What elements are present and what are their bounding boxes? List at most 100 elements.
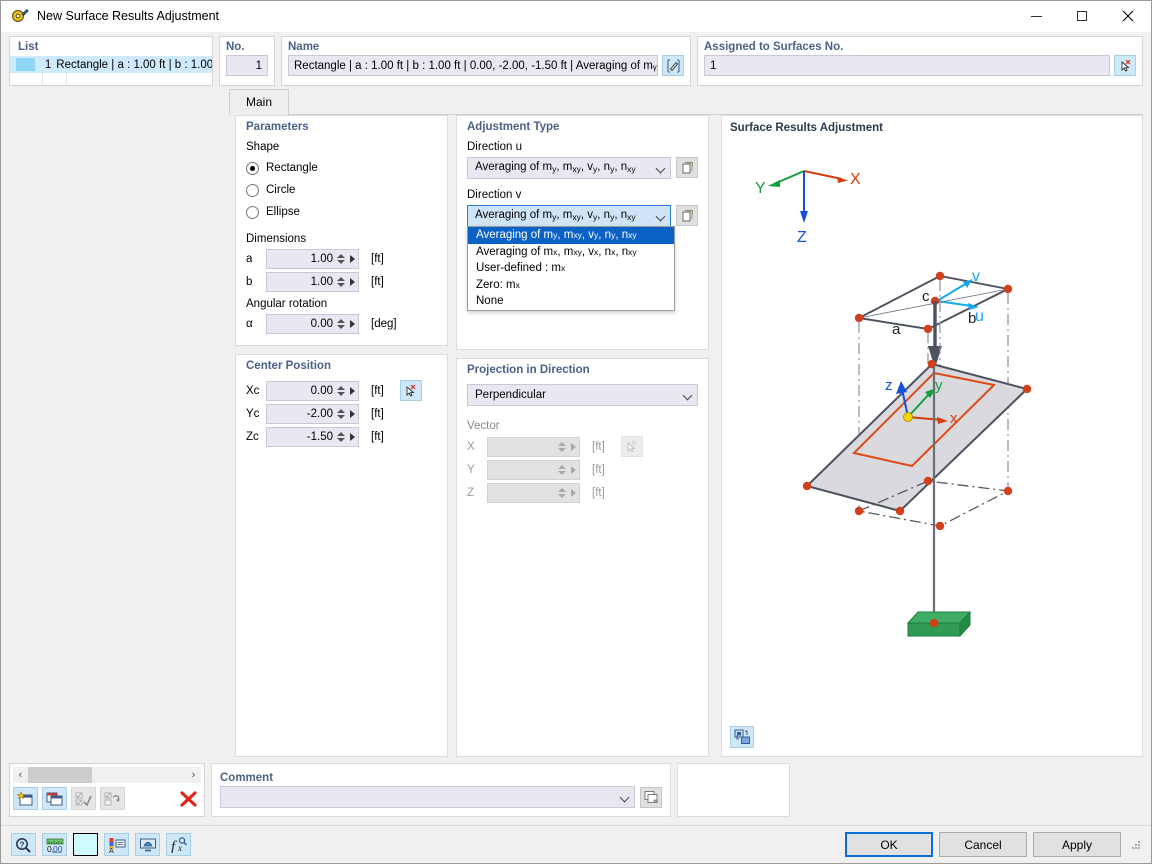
tab-main[interactable]: Main	[229, 89, 290, 115]
adjustment-type-title: Adjustment Type	[467, 121, 560, 133]
new-item-icon[interactable]	[13, 787, 38, 810]
svg-text:u: u	[975, 308, 984, 325]
list-body[interactable]: 1 Rectangle | a : 1.00 ft | b : 1.00 f	[10, 56, 212, 85]
vector-x-label: X	[467, 440, 475, 453]
ok-button[interactable]: OK	[845, 832, 933, 857]
scroll-left-icon[interactable]: ‹	[13, 769, 28, 781]
svg-text:y: y	[935, 377, 943, 394]
dropdown-option-3[interactable]: Zero: mx	[468, 277, 674, 294]
graphics-panel[interactable]: Surface Results Adjustment X Y Z a b c u…	[721, 115, 1143, 757]
close-button[interactable]	[1105, 1, 1151, 32]
dropdown-arrow-icon[interactable]	[350, 278, 355, 286]
spinner-icon[interactable]	[337, 254, 346, 264]
chevron-down-icon[interactable]	[621, 793, 630, 802]
list-item[interactable]: 1 Rectangle | a : 1.00 ft | b : 1.00 f	[10, 56, 212, 73]
assigned-field[interactable]: 1	[704, 55, 1110, 76]
radio-circle-icon[interactable]	[246, 183, 259, 197]
dimension-a-input[interactable]: 1.00	[266, 249, 359, 269]
dimension-b-input[interactable]: 1.00	[266, 272, 359, 292]
center-yc-input[interactable]: -2.00	[266, 404, 359, 424]
no-field[interactable]: 1	[226, 55, 268, 76]
name-field[interactable]: Rectangle | a : 1.00 ft | b : 1.00 ft | …	[288, 55, 658, 76]
display-icon[interactable]	[135, 833, 160, 856]
copy-item-icon[interactable]	[42, 787, 67, 810]
dropdown-arrow-icon	[571, 489, 576, 497]
scrollbar-track[interactable]	[28, 767, 186, 783]
spinner-icon[interactable]	[337, 432, 346, 442]
dropdown-arrow-icon[interactable]	[350, 320, 355, 328]
dropdown-option-2[interactable]: User-defined : mx	[468, 260, 674, 277]
angular-rotation-input[interactable]: 0.00	[266, 314, 359, 334]
center-zc-input[interactable]: -1.50	[266, 427, 359, 447]
scroll-right-icon[interactable]: ›	[186, 769, 201, 781]
radio-ellipse-icon[interactable]	[246, 205, 259, 219]
dropdown-arrow-icon[interactable]	[350, 386, 355, 395]
spinner-icon[interactable]	[337, 277, 346, 287]
chevron-down-icon[interactable]	[684, 391, 693, 400]
shape-option-ellipse[interactable]: Ellipse	[246, 201, 437, 223]
apply-button[interactable]: Apply	[1033, 832, 1121, 857]
chevron-down-icon[interactable]	[657, 164, 666, 173]
comment-input[interactable]	[220, 786, 635, 808]
minimize-button[interactable]	[1013, 1, 1059, 32]
cancel-button[interactable]: Cancel	[939, 832, 1027, 857]
dropdown-option-1[interactable]: Averaging of mx, m xy, vx, nx, n xy	[468, 244, 674, 261]
shape-option-circle[interactable]: Circle	[246, 179, 437, 201]
formula-icon[interactable]: f x	[166, 833, 191, 856]
svg-text:x: x	[177, 843, 182, 853]
projection-title: Projection in Direction	[467, 364, 590, 376]
center-yc-unit: [ft]	[371, 408, 384, 420]
chevron-down-icon[interactable]	[657, 212, 666, 221]
maximize-button[interactable]	[1059, 1, 1105, 32]
parameters-title: Parameters	[246, 121, 309, 133]
help-icon[interactable]: ?	[11, 833, 36, 856]
shape-option-rectangle[interactable]: Rectangle	[246, 157, 437, 179]
delete-icon[interactable]	[176, 787, 201, 810]
svg-text:Y: Y	[755, 180, 766, 197]
dropdown-arrow-icon[interactable]	[350, 433, 355, 441]
dimension-b-unit: [ft]	[371, 276, 384, 288]
center-xc-input[interactable]: 0.00	[266, 380, 359, 401]
dropdown-arrow-icon	[571, 466, 576, 474]
spinner-icon	[558, 488, 567, 498]
list-horizontal-scrollbar[interactable]: ‹ ›	[13, 767, 201, 783]
list-gridline	[66, 73, 67, 85]
pick-surface-icon[interactable]	[1114, 55, 1136, 76]
window-controls	[1013, 1, 1151, 32]
dropdown-arrow-icon[interactable]	[350, 410, 355, 418]
spinner-icon[interactable]	[337, 385, 346, 396]
new-type-icon[interactable]	[676, 157, 698, 178]
direction-v-dropdown-list[interactable]: Averaging of my, m xy, vy, ny, n xy Averagi…	[467, 226, 675, 311]
svg-text:X: X	[850, 171, 861, 188]
graphics-settings-icon[interactable]	[730, 726, 754, 748]
edit-icon[interactable]	[662, 55, 684, 76]
radio-rectangle-icon[interactable]	[246, 161, 259, 175]
shape-circle-label: Circle	[266, 184, 296, 196]
projection-mode-combo[interactable]: Perpendicular	[467, 384, 698, 406]
vector-x-unit: [ft]	[592, 440, 605, 453]
projection-mode-value: Perpendicular	[475, 389, 546, 401]
dropdown-option-4[interactable]: None	[468, 293, 674, 310]
legend-icon[interactable]: A	[104, 833, 129, 856]
color-swatch-icon[interactable]	[73, 833, 98, 856]
resize-grip[interactable]	[1131, 840, 1141, 850]
graphics-render: X Y Z a b c u v x y z	[755, 170, 1032, 638]
list-item-label: Rectangle | a : 1.00 ft | b : 1.00 f	[56, 58, 212, 71]
comment-library-icon[interactable]	[640, 786, 662, 808]
direction-v-combo[interactable]: Averaging of my, mxy, vy, ny, nxy	[467, 205, 671, 227]
projection-group: Projection in Direction Perpendicular Ve…	[456, 358, 709, 757]
spinner-icon[interactable]	[337, 409, 346, 419]
direction-u-combo[interactable]: Averaging of my, mxy, vy, ny, nxy	[467, 157, 671, 179]
new-type-icon[interactable]	[676, 205, 698, 226]
angular-rotation-value: 0.00	[310, 318, 333, 330]
pick-point-icon[interactable]	[399, 380, 422, 401]
units-icon[interactable]: 0, 00	[42, 833, 67, 856]
title-bar: New Surface Results Adjustment	[1, 1, 1151, 32]
scrollbar-thumb[interactable]	[28, 767, 92, 783]
center-xc-label: Xc	[246, 384, 260, 397]
spinner-icon[interactable]	[337, 319, 346, 329]
dropdown-option-0[interactable]: Averaging of my, m xy, vy, ny, n xy	[468, 227, 674, 244]
no-label: No.	[226, 41, 245, 53]
dropdown-arrow-icon[interactable]	[350, 255, 355, 263]
direction-u-label: Direction u	[467, 141, 522, 153]
